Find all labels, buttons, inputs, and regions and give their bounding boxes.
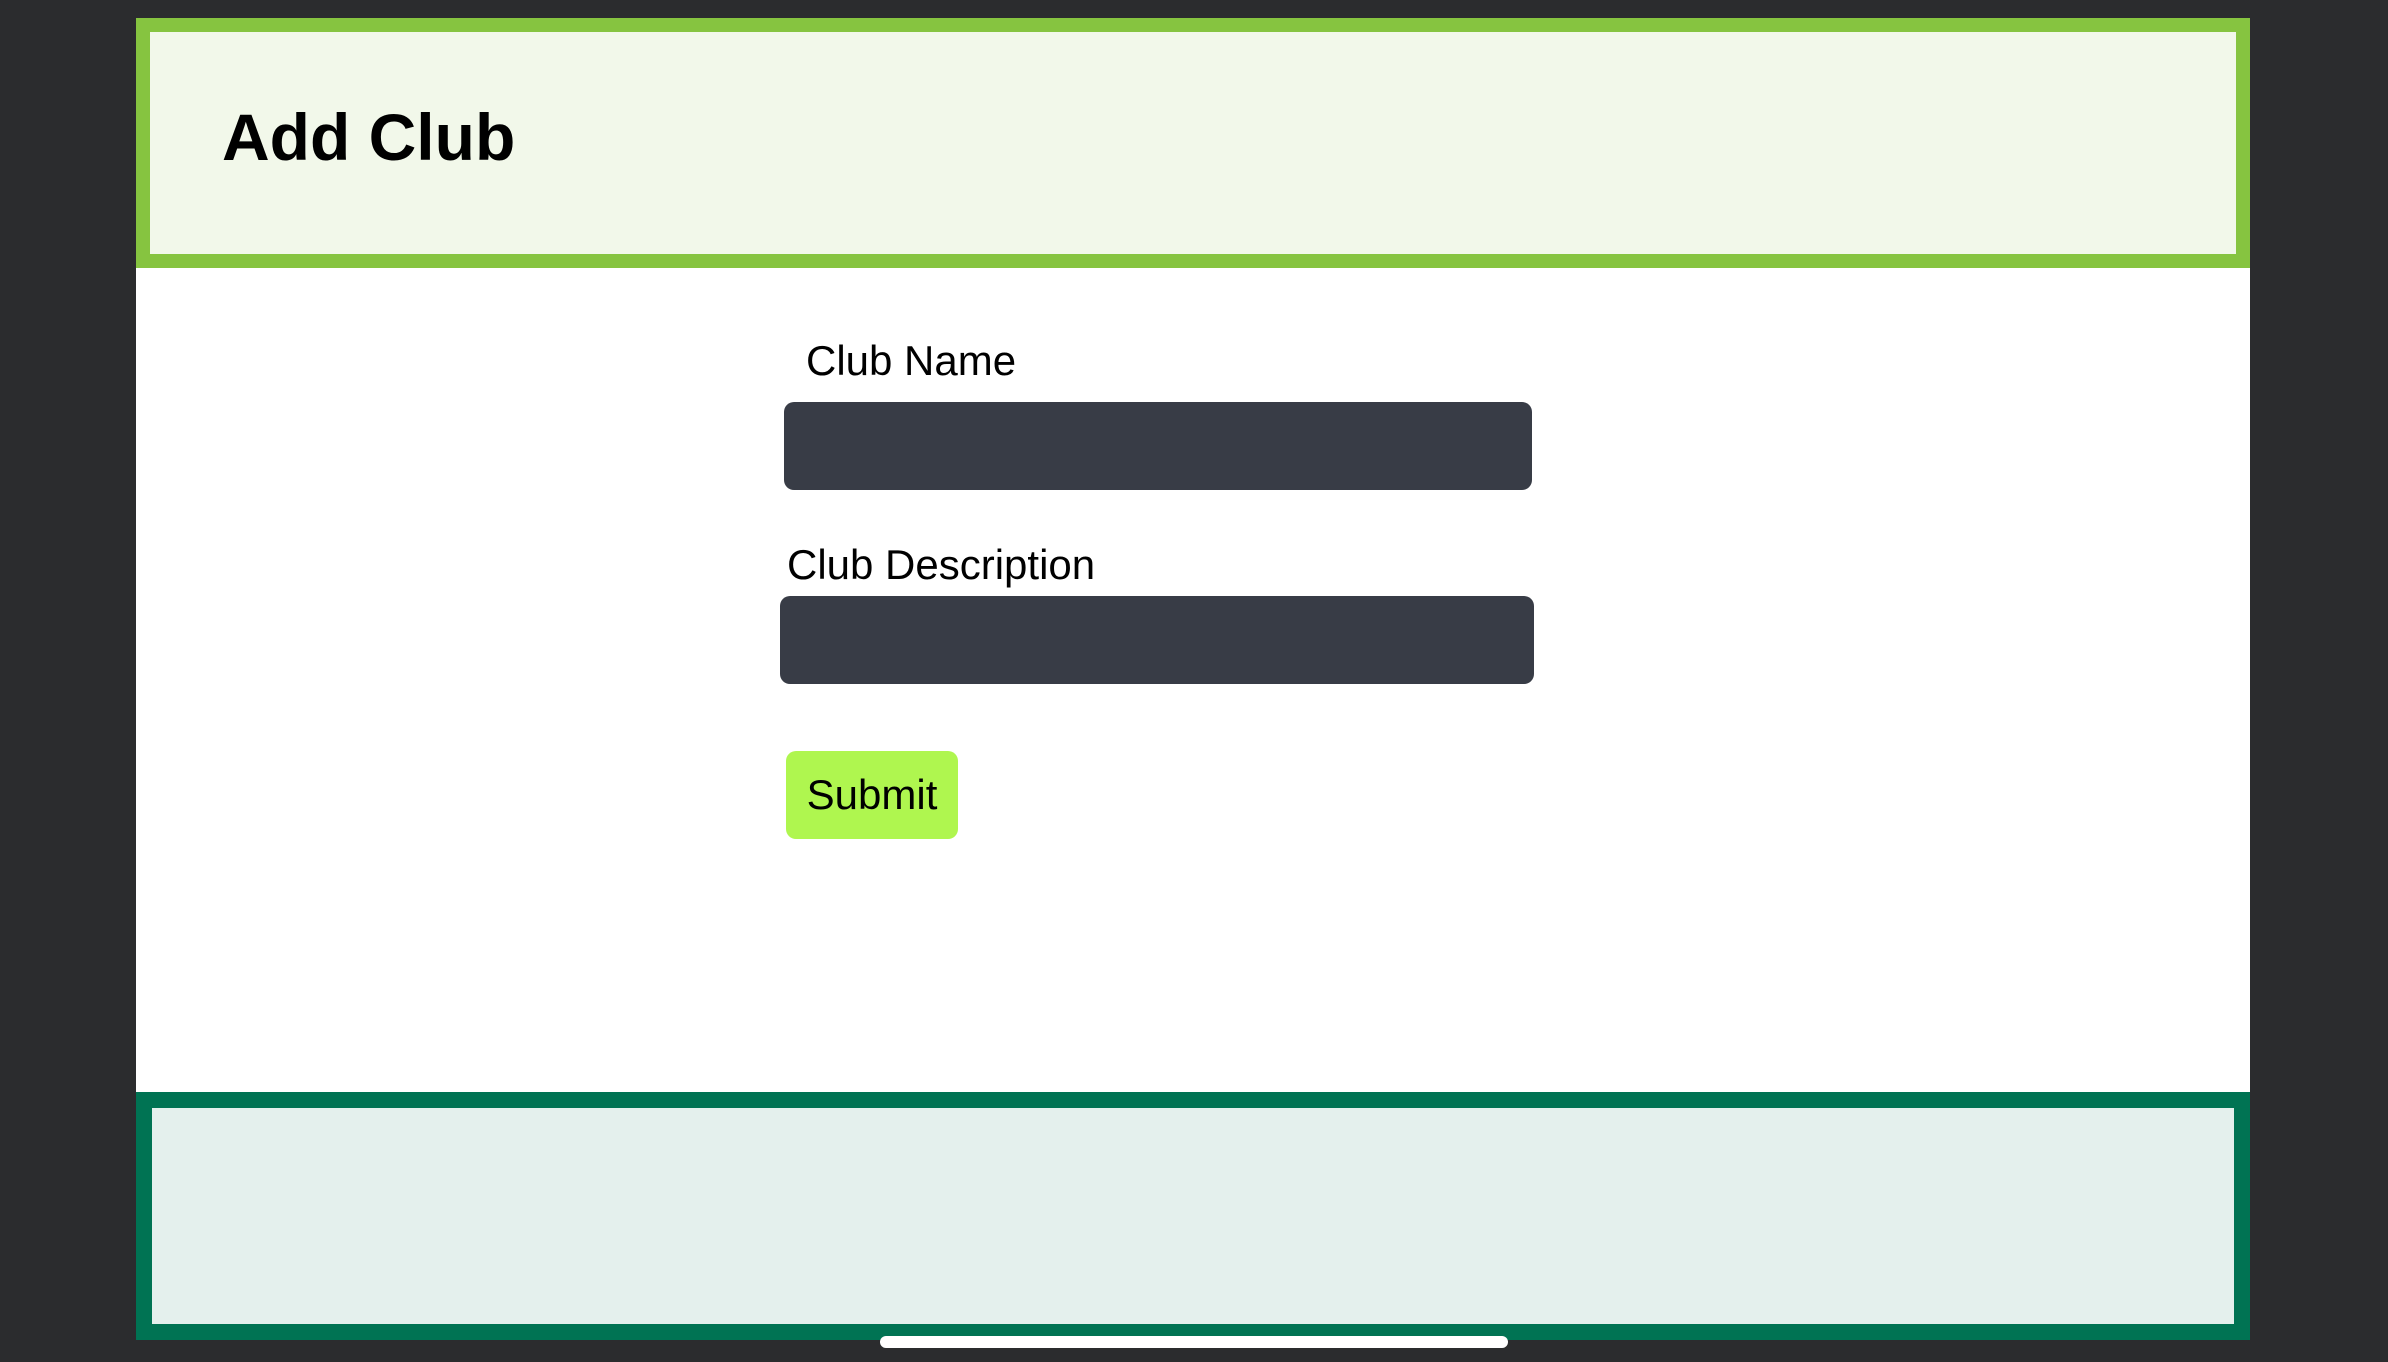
footer-bar — [136, 1092, 2250, 1340]
club-name-input[interactable] — [784, 402, 1532, 490]
club-description-input[interactable] — [780, 596, 1534, 684]
club-description-label: Club Description — [787, 541, 1096, 588]
home-indicator[interactable] — [880, 1336, 1508, 1348]
header-bar: Add Club — [136, 18, 2250, 268]
club-name-label: Club Name — [806, 337, 1017, 384]
app-screen: Add Club Club Name Club Description Subm… — [136, 18, 2250, 1340]
submit-button[interactable]: Submit — [786, 751, 958, 839]
page-title: Add Club — [222, 100, 516, 174]
